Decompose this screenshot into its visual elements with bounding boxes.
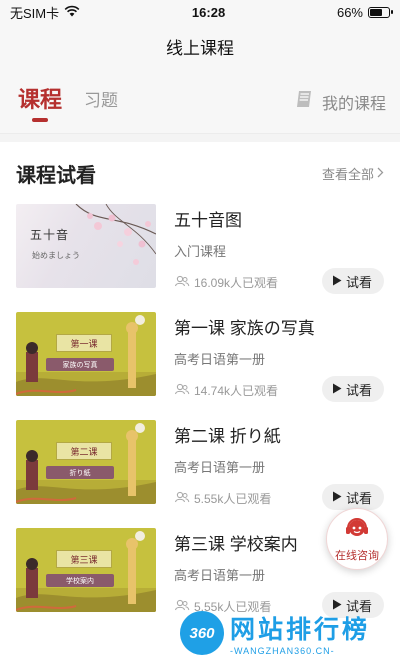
course-thumbnail: 第三课 学校案内 [16, 528, 156, 612]
course-title: 第二课 折り紙 [174, 427, 281, 446]
play-icon [332, 490, 342, 505]
course-title: 五十音图 [174, 211, 242, 230]
thumbnail-subtitle: 始めましょう [32, 251, 80, 260]
course-thumbnail: 第一课 家族の写真 [16, 312, 156, 396]
status-bar: 无SIM卡 16:28 66% [0, 0, 400, 24]
course-item[interactable]: 五十音 始めましょう 五十音图 入门课程 16.09k人已观看 试看 [0, 204, 400, 312]
course-thumbnail: 第二课 折り紙 [16, 420, 156, 504]
course-info: 第二课 折り紙 高考日语第一册 5.55k人已观看 试看 [174, 420, 384, 510]
course-info: 第一课 家族の写真 高考日语第一册 14.74k人已观看 试看 [174, 312, 384, 402]
watermark-text: 网站排行榜 [230, 616, 371, 644]
view-count-text: 14.74k人已观看 [194, 384, 279, 398]
headset-icon [344, 516, 370, 545]
thumbnail-title: 第二课 [56, 442, 112, 460]
view-count: 14.74k人已观看 [174, 382, 278, 399]
view-count-text: 16.09k人已观看 [194, 276, 279, 290]
course-preview-section: 课程试看 查看全部 五十音 始めましょう 五十音图 入门课程 16.09k人已观… [0, 142, 400, 660]
course-title: 第一课 家族の写真 [174, 319, 315, 338]
preview-button[interactable]: 试看 [321, 268, 384, 294]
view-count: 16.09k人已观看 [174, 274, 278, 291]
my-courses-button[interactable]: 我的课程 [294, 88, 386, 115]
thumbnail-subtitle: 折り紙 [46, 466, 114, 479]
tab-active-indicator [32, 118, 48, 122]
page-title-bar: 线上课程 [0, 24, 400, 68]
tab-courses-label: 课程 [18, 87, 63, 112]
battery-percent: 66% [336, 4, 363, 20]
course-subtitle: 高考日语第一册 [174, 352, 266, 367]
view-all-link[interactable]: 查看全部 [322, 164, 384, 183]
page-title: 线上课程 [166, 38, 234, 58]
book-icon [294, 88, 316, 115]
preview-button-label: 试看 [345, 382, 372, 398]
watermark-url: -WANGZHAN360.CN- [230, 646, 335, 656]
tab-exercises-label: 习题 [84, 91, 119, 110]
thumbnail-subtitle: 学校案内 [46, 574, 114, 587]
preview-button-label: 试看 [345, 490, 372, 506]
preview-button[interactable]: 试看 [321, 484, 384, 510]
course-subtitle: 高考日语第一册 [174, 460, 266, 475]
preview-button-label: 试看 [345, 274, 372, 290]
online-consult-button[interactable]: 在线咨询 [326, 508, 388, 570]
chevron-right-icon [377, 166, 384, 181]
course-info: 五十音图 入门课程 16.09k人已观看 试看 [174, 204, 384, 294]
view-count: 5.55k人已观看 [174, 490, 271, 507]
online-consult-label: 在线咨询 [335, 549, 379, 562]
watermark-text-group: 网站排行榜 -WANGZHAN360.CN- [230, 610, 370, 656]
course-thumbnail: 五十音 始めましょう [16, 204, 156, 288]
play-icon [332, 382, 342, 397]
preview-button[interactable]: 试看 [321, 376, 384, 402]
watermark: 360 网站排行榜 -WANGZHAN360.CN- [180, 606, 400, 660]
section-title: 课程试看 [16, 164, 96, 187]
view-all-label: 查看全部 [321, 166, 374, 182]
my-courses-label: 我的课程 [321, 95, 386, 113]
section-header: 课程试看 查看全部 [0, 142, 400, 204]
carrier-label: 无SIM卡 [10, 5, 60, 21]
watermark-logo: 360 [180, 611, 224, 655]
wifi-icon [64, 5, 80, 20]
thumbnail-subtitle: 家族の写真 [46, 358, 114, 371]
thumbnail-title: 第一课 [56, 334, 112, 352]
users-icon [174, 275, 190, 290]
battery-icon [368, 6, 393, 18]
clock: 16:28 [191, 4, 226, 20]
users-icon [174, 491, 190, 506]
users-icon [174, 383, 190, 398]
course-subtitle: 入门课程 [174, 244, 227, 259]
tab-courses[interactable]: 课程 [18, 82, 63, 122]
course-item[interactable]: 第一课 家族の写真 第一课 家族の写真 高考日语第一册 14.74k人已观看 试… [0, 312, 400, 420]
thumbnail-title: 五十音 [30, 228, 70, 242]
tab-bar: 课程 习题 我的课程 [0, 68, 400, 134]
thumbnail-title: 第三课 [56, 550, 112, 568]
play-icon [332, 274, 342, 289]
tab-exercises[interactable]: 习题 [84, 82, 118, 111]
view-count-text: 5.55k人已观看 [194, 492, 272, 506]
